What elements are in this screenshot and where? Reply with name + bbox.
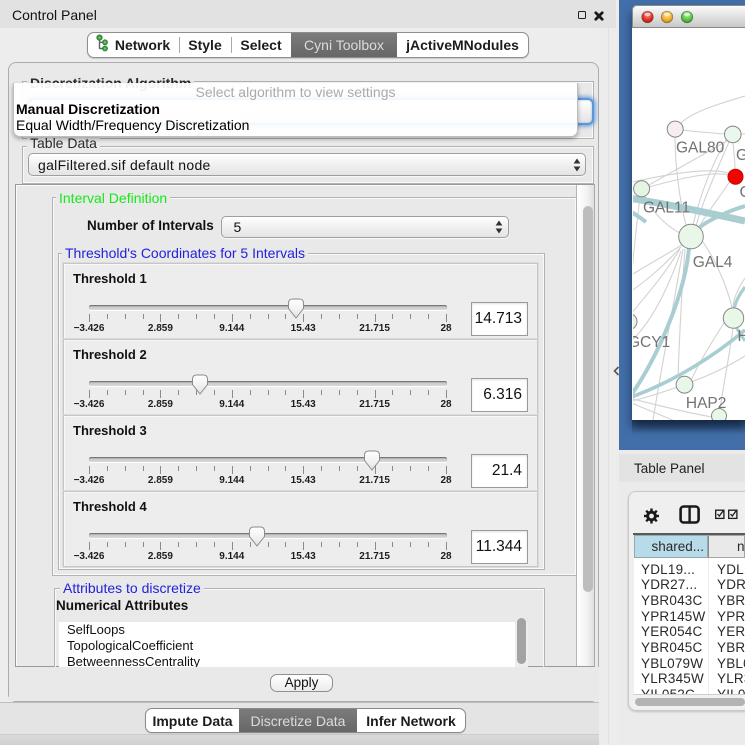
svg-text:GA: GA <box>736 147 745 164</box>
svg-text:GAL11: GAL11 <box>643 200 690 217</box>
svg-text:GAL80: GAL80 <box>676 139 725 156</box>
svg-text:C: C <box>740 184 745 201</box>
svg-text:H: H <box>738 328 745 345</box>
svg-text:GAL4: GAL4 <box>693 254 733 271</box>
svg-text:GCY1: GCY1 <box>633 334 670 351</box>
svg-text:HAP2: HAP2 <box>686 395 727 412</box>
